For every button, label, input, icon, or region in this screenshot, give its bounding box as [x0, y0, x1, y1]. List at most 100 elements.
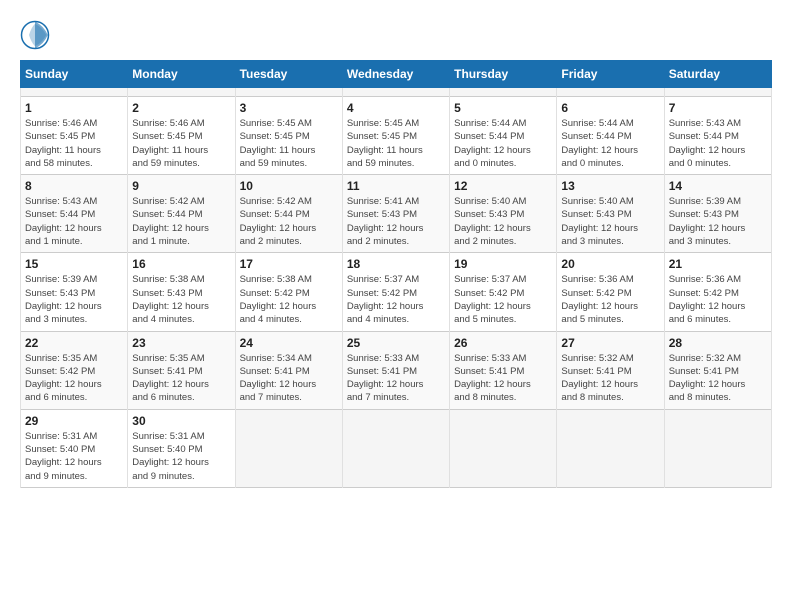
day-number: 27 [561, 336, 659, 350]
calendar-cell: 2Sunrise: 5:46 AMSunset: 5:45 PMDaylight… [128, 97, 235, 175]
day-info: Sunrise: 5:35 AMSunset: 5:41 PMDaylight:… [132, 352, 230, 405]
day-info: Sunrise: 5:39 AMSunset: 5:43 PMDaylight:… [669, 195, 767, 248]
calendar-cell: 5 Sunrise: 5:44 AMSunset: 5:44 PMDaylight… [450, 97, 557, 175]
calendar-cell: 23 Sunrise: 5:35 AMSunset: 5:41 PMDayligh… [128, 331, 235, 409]
day-info: Sunrise: 5:35 AMSunset: 5:42 PMDaylight:… [25, 352, 123, 405]
calendar-cell: 11Sunrise: 5:41 AMSunset: 5:43 PMDayligh… [342, 175, 449, 253]
day-number: 29 [25, 414, 123, 428]
column-header-monday: Monday [128, 61, 235, 88]
day-info: Sunrise: 5:45 AMSunset: 5:45 PMDaylight:… [240, 117, 338, 170]
calendar-cell: 18 Sunrise: 5:37 AMSunset: 5:42 PMDayligh… [342, 253, 449, 331]
calendar-week-row: 8 Sunrise: 5:43 AMSunset: 5:44 PMDaylight… [21, 175, 772, 253]
day-number: 17 [240, 257, 338, 271]
calendar-cell [557, 88, 664, 97]
column-header-friday: Friday [557, 61, 664, 88]
day-number: 20 [561, 257, 659, 271]
day-info: Sunrise: 5:45 AMSunset: 5:45 PMDaylight:… [347, 117, 445, 170]
day-number: 13 [561, 179, 659, 193]
calendar-cell: 13 Sunrise: 5:40 AMSunset: 5:43 PMDayligh… [557, 175, 664, 253]
calendar-cell [664, 409, 771, 487]
day-info: Sunrise: 5:31 AMSunset: 5:40 PMDaylight:… [132, 430, 230, 483]
column-header-saturday: Saturday [664, 61, 771, 88]
day-info: Sunrise: 5:32 AMSunset: 5:41 PMDaylight:… [669, 352, 767, 405]
calendar-cell: 4 Sunrise: 5:45 AMSunset: 5:45 PMDaylight… [342, 97, 449, 175]
day-number: 12 [454, 179, 552, 193]
calendar-cell: 22 Sunrise: 5:35 AMSunset: 5:42 PMDayligh… [21, 331, 128, 409]
day-info: Sunrise: 5:38 AMSunset: 5:43 PMDaylight:… [132, 273, 230, 326]
calendar-cell: 6 Sunrise: 5:44 AMSunset: 5:44 PMDaylight… [557, 97, 664, 175]
day-number: 7 [669, 101, 767, 115]
day-number: 23 [132, 336, 230, 350]
calendar-cell: 24Sunrise: 5:34 AMSunset: 5:41 PMDayligh… [235, 331, 342, 409]
day-info: Sunrise: 5:42 AMSunset: 5:44 PMDaylight:… [240, 195, 338, 248]
page-header [20, 20, 772, 50]
calendar-cell: 29 Sunrise: 5:31 AMSunset: 5:40 PMDayligh… [21, 409, 128, 487]
calendar-cell: 10 Sunrise: 5:42 AMSunset: 5:44 PMDayligh… [235, 175, 342, 253]
calendar-cell [128, 88, 235, 97]
day-number: 16 [132, 257, 230, 271]
day-info: Sunrise: 5:36 AMSunset: 5:42 PMDaylight:… [561, 273, 659, 326]
calendar-cell: 17 Sunrise: 5:38 AMSunset: 5:42 PMDayligh… [235, 253, 342, 331]
calendar-cell: 7Sunrise: 5:43 AMSunset: 5:44 PMDaylight… [664, 97, 771, 175]
day-number: 21 [669, 257, 767, 271]
day-info: Sunrise: 5:44 AMSunset: 5:44 PMDaylight:… [454, 117, 552, 170]
day-number: 26 [454, 336, 552, 350]
day-number: 22 [25, 336, 123, 350]
day-number: 15 [25, 257, 123, 271]
calendar-cell: 20 Sunrise: 5:36 AMSunset: 5:42 PMDayligh… [557, 253, 664, 331]
day-number: 5 [454, 101, 552, 115]
day-info: Sunrise: 5:40 AMSunset: 5:43 PMDaylight:… [454, 195, 552, 248]
calendar-week-row: 15 Sunrise: 5:39 AMSunset: 5:43 PMDayligh… [21, 253, 772, 331]
calendar-cell [235, 88, 342, 97]
calendar-cell: 8 Sunrise: 5:43 AMSunset: 5:44 PMDaylight… [21, 175, 128, 253]
day-number: 8 [25, 179, 123, 193]
day-number: 30 [132, 414, 230, 428]
column-header-tuesday: Tuesday [235, 61, 342, 88]
day-info: Sunrise: 5:37 AMSunset: 5:42 PMDaylight:… [347, 273, 445, 326]
calendar-cell: 16 Sunrise: 5:38 AMSunset: 5:43 PMDayligh… [128, 253, 235, 331]
day-number: 18 [347, 257, 445, 271]
logo-icon [20, 20, 50, 50]
day-number: 4 [347, 101, 445, 115]
calendar-cell [235, 409, 342, 487]
calendar-week-row [21, 88, 772, 97]
day-info: Sunrise: 5:40 AMSunset: 5:43 PMDaylight:… [561, 195, 659, 248]
day-info: Sunrise: 5:31 AMSunset: 5:40 PMDaylight:… [25, 430, 123, 483]
logo [20, 20, 54, 50]
calendar-cell: 30 Sunrise: 5:31 AMSunset: 5:40 PMDayligh… [128, 409, 235, 487]
day-info: Sunrise: 5:43 AMSunset: 5:44 PMDaylight:… [25, 195, 123, 248]
day-number: 1 [25, 101, 123, 115]
day-info: Sunrise: 5:42 AMSunset: 5:44 PMDaylight:… [132, 195, 230, 248]
day-info: Sunrise: 5:38 AMSunset: 5:42 PMDaylight:… [240, 273, 338, 326]
day-info: Sunrise: 5:39 AMSunset: 5:43 PMDaylight:… [25, 273, 123, 326]
calendar-week-row: 29 Sunrise: 5:31 AMSunset: 5:40 PMDayligh… [21, 409, 772, 487]
calendar-cell: 21Sunrise: 5:36 AMSunset: 5:42 PMDayligh… [664, 253, 771, 331]
calendar-cell: 3 Sunrise: 5:45 AMSunset: 5:45 PMDaylight… [235, 97, 342, 175]
calendar-table: SundayMondayTuesdayWednesdayThursdayFrid… [20, 60, 772, 488]
column-header-wednesday: Wednesday [342, 61, 449, 88]
column-header-sunday: Sunday [21, 61, 128, 88]
day-number: 28 [669, 336, 767, 350]
calendar-cell: 28 Sunrise: 5:32 AMSunset: 5:41 PMDayligh… [664, 331, 771, 409]
calendar-cell [21, 88, 128, 97]
calendar-week-row: 22 Sunrise: 5:35 AMSunset: 5:42 PMDayligh… [21, 331, 772, 409]
calendar-cell: 26Sunrise: 5:33 AMSunset: 5:41 PMDayligh… [450, 331, 557, 409]
day-number: 3 [240, 101, 338, 115]
day-number: 14 [669, 179, 767, 193]
calendar-cell [342, 409, 449, 487]
calendar-cell: 19 Sunrise: 5:37 AMSunset: 5:42 PMDayligh… [450, 253, 557, 331]
day-info: Sunrise: 5:37 AMSunset: 5:42 PMDaylight:… [454, 273, 552, 326]
day-info: Sunrise: 5:46 AMSunset: 5:45 PMDaylight:… [25, 117, 123, 170]
day-number: 9 [132, 179, 230, 193]
calendar-cell [450, 88, 557, 97]
day-number: 10 [240, 179, 338, 193]
day-info: Sunrise: 5:44 AMSunset: 5:44 PMDaylight:… [561, 117, 659, 170]
day-info: Sunrise: 5:33 AMSunset: 5:41 PMDaylight:… [347, 352, 445, 405]
calendar-cell [342, 88, 449, 97]
calendar-cell: 12 Sunrise: 5:40 AMSunset: 5:43 PMDayligh… [450, 175, 557, 253]
column-header-thursday: Thursday [450, 61, 557, 88]
day-number: 19 [454, 257, 552, 271]
day-info: Sunrise: 5:46 AMSunset: 5:45 PMDaylight:… [132, 117, 230, 170]
day-number: 6 [561, 101, 659, 115]
day-info: Sunrise: 5:41 AMSunset: 5:43 PMDaylight:… [347, 195, 445, 248]
